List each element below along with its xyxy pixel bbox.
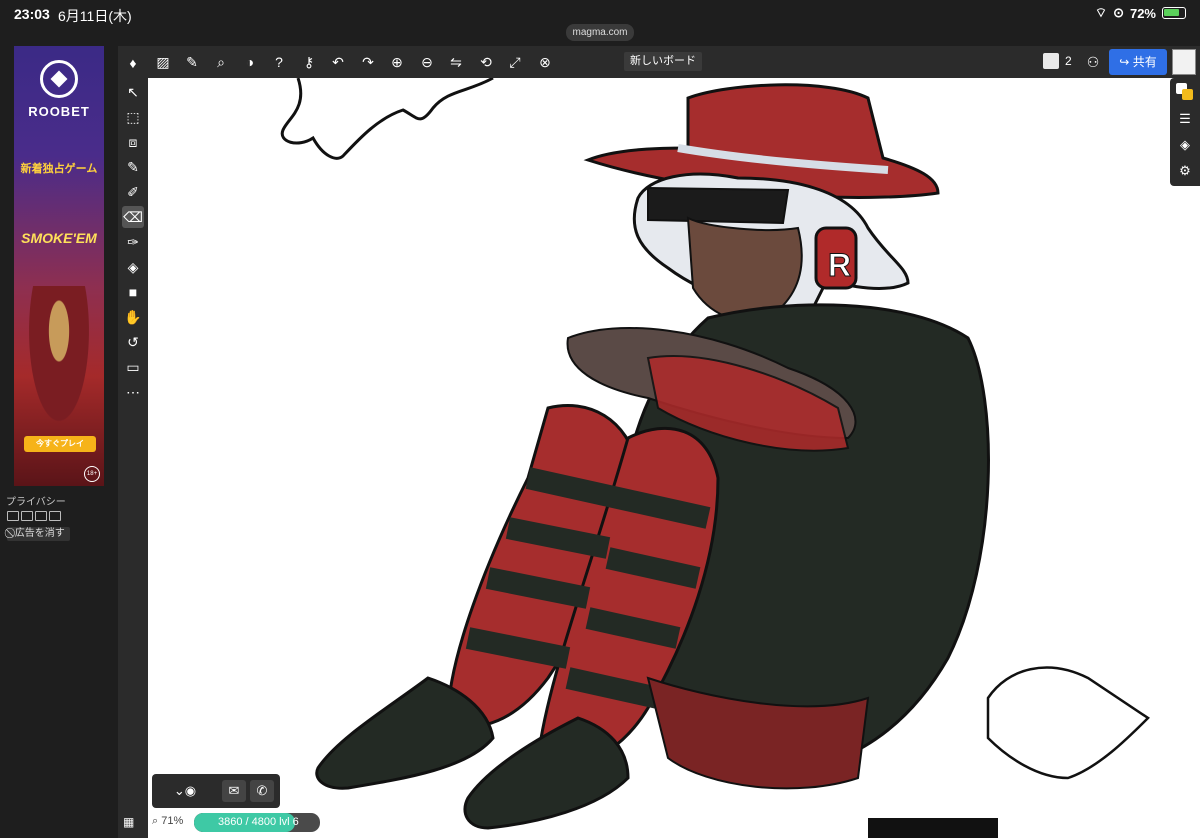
status-indicators: ⌔ ⊙ 72% bbox=[1095, 5, 1186, 21]
layout-option-icon[interactable] bbox=[21, 511, 33, 521]
comment-icon[interactable]: ▭ bbox=[122, 356, 144, 378]
roobet-logo-icon bbox=[40, 60, 78, 98]
url-bar[interactable]: magma.com bbox=[566, 24, 634, 41]
transform-icon[interactable]: ⧈ bbox=[122, 131, 144, 153]
reset-view-icon[interactable]: ⊗ bbox=[534, 51, 556, 73]
fullscreen-icon[interactable]: ⤢ bbox=[504, 51, 526, 73]
user-thumbnail bbox=[1043, 53, 1059, 69]
redo-icon[interactable]: ↷ bbox=[357, 51, 379, 73]
ad-column: ROOBET 新着独占ゲーム SMOKE'EM 今すぐプレイ 18+ プライバシ… bbox=[0, 46, 118, 838]
key-icon[interactable]: ⚷ bbox=[298, 51, 320, 73]
layers-icon[interactable]: ◈ bbox=[1174, 134, 1196, 156]
layout-option-icon[interactable] bbox=[7, 511, 19, 521]
board-name[interactable]: 新しいボード bbox=[624, 52, 702, 71]
add-user-icon[interactable]: ⚇ bbox=[1082, 51, 1104, 73]
layout-option-icon[interactable] bbox=[35, 511, 47, 521]
ad-tagline: 新着独占ゲーム bbox=[20, 163, 98, 175]
mute-chat-icon[interactable]: ✉ bbox=[222, 780, 246, 802]
help-icon[interactable]: ? bbox=[268, 51, 290, 73]
remove-ads-label: 広告を消す bbox=[14, 528, 65, 539]
contrast-icon[interactable]: ◑ bbox=[239, 51, 261, 73]
ad-age-badge: 18+ bbox=[84, 466, 100, 482]
battery-icon bbox=[1162, 7, 1186, 19]
ad-cta-button[interactable]: 今すぐプレイ bbox=[24, 436, 96, 452]
ad-title: SMOKE'EM bbox=[21, 230, 97, 246]
smudge-brush-icon[interactable]: ✑ bbox=[122, 231, 144, 253]
zoom-value: 71% bbox=[161, 815, 184, 827]
zoom-in-icon[interactable]: ⊕ bbox=[386, 51, 408, 73]
search-icon[interactable]: ⌕ bbox=[210, 51, 232, 73]
pencil-icon[interactable]: ✎ bbox=[181, 51, 203, 73]
more-icon[interactable]: ⋯ bbox=[122, 381, 144, 403]
rectangle-icon[interactable]: ■ bbox=[122, 281, 144, 303]
ad-banner[interactable]: ROOBET 新着独占ゲーム SMOKE'EM 今すぐプレイ 18+ bbox=[14, 46, 104, 486]
magma-logo-icon[interactable]: ♦ bbox=[122, 52, 144, 74]
drawing-canvas[interactable]: R bbox=[148, 78, 1200, 838]
hand-icon[interactable]: ✋ bbox=[122, 306, 144, 328]
chat-toggle-icon[interactable]: ⌄◉ bbox=[170, 780, 200, 802]
privacy-link[interactable]: プライバシー bbox=[6, 493, 66, 508]
tool-sidebar: ♦ ↖ ⬚ ⧈ ✎ ✐ ⌫ ✑ ◈ ■ ✋ ↺ ▭ ⋯ bbox=[118, 46, 148, 838]
ad-character-image bbox=[24, 286, 94, 436]
status-date: 6月11日(木) bbox=[58, 8, 132, 24]
battery-percent: 72% bbox=[1129, 5, 1156, 21]
xp-progress: 3860 / 4800 lvl 6 bbox=[194, 813, 320, 832]
marquee-select-icon[interactable]: ⬚ bbox=[122, 106, 144, 128]
filmstrip-icon[interactable]: ▦ bbox=[123, 815, 134, 829]
status-time: 23:03 bbox=[14, 6, 50, 22]
remove-ads-button[interactable]: ⃠ 広告を消す bbox=[7, 527, 70, 541]
share-button[interactable]: ↪ 共有 bbox=[1109, 49, 1167, 75]
zoom-out-icon[interactable]: ⊖ bbox=[416, 51, 438, 73]
share-label: 共有 bbox=[1132, 55, 1157, 69]
image-icon[interactable]: ▨ bbox=[152, 51, 174, 73]
eyedropper-icon[interactable]: ✎ bbox=[122, 156, 144, 178]
right-panel: ☰ ◈ ⚙ bbox=[1170, 78, 1200, 186]
svg-text:R: R bbox=[828, 247, 851, 283]
color-swatch[interactable] bbox=[1176, 83, 1194, 101]
call-icon[interactable]: ✆ bbox=[250, 780, 274, 802]
eraser-icon[interactable]: ⌫ bbox=[122, 206, 144, 228]
sliders-icon[interactable]: ☰ bbox=[1174, 108, 1196, 130]
status-bar: 23:03 6月11日(木) ⌔ ⊙ 72% magma.com bbox=[0, 0, 1200, 46]
chat-panel: ⌄◉ ✉ ✆ bbox=[152, 774, 280, 808]
artwork: R bbox=[280, 78, 1150, 838]
user-count: 2 bbox=[1065, 54, 1072, 68]
rotate-view-icon[interactable]: ⟲ bbox=[475, 51, 497, 73]
wifi-icon: ⌔ bbox=[1094, 5, 1108, 20]
top-toolbar: ▨ ✎ ⌕ ◑ ? ⚷ ↶ ↷ ⊕ ⊖ ⇋ ⟲ ⤢ ⊗ 新しいボード 2 ⚇ ↪… bbox=[148, 46, 1200, 78]
settings-icon[interactable]: ⚙ bbox=[1174, 160, 1196, 182]
ad-layout-options bbox=[7, 511, 61, 521]
users-online[interactable]: 2 bbox=[1043, 53, 1072, 69]
xp-progress-text: 3860 / 4800 lvl 6 bbox=[218, 816, 299, 828]
paint-bucket-icon[interactable]: ◈ bbox=[122, 256, 144, 278]
orientation-lock-icon: ⊙ bbox=[1113, 5, 1124, 20]
brush-icon[interactable]: ✐ bbox=[122, 181, 144, 203]
flip-icon[interactable]: ⇋ bbox=[445, 51, 467, 73]
zoom-level[interactable]: ⌕ 71% bbox=[152, 815, 183, 828]
rotate-icon[interactable]: ↺ bbox=[122, 331, 144, 353]
select-move-icon[interactable]: ↖ bbox=[122, 81, 144, 103]
undo-icon[interactable]: ↶ bbox=[327, 51, 349, 73]
avatar[interactable] bbox=[1172, 49, 1196, 75]
ad-brand: ROOBET bbox=[28, 104, 90, 119]
layout-option-icon[interactable] bbox=[49, 511, 61, 521]
